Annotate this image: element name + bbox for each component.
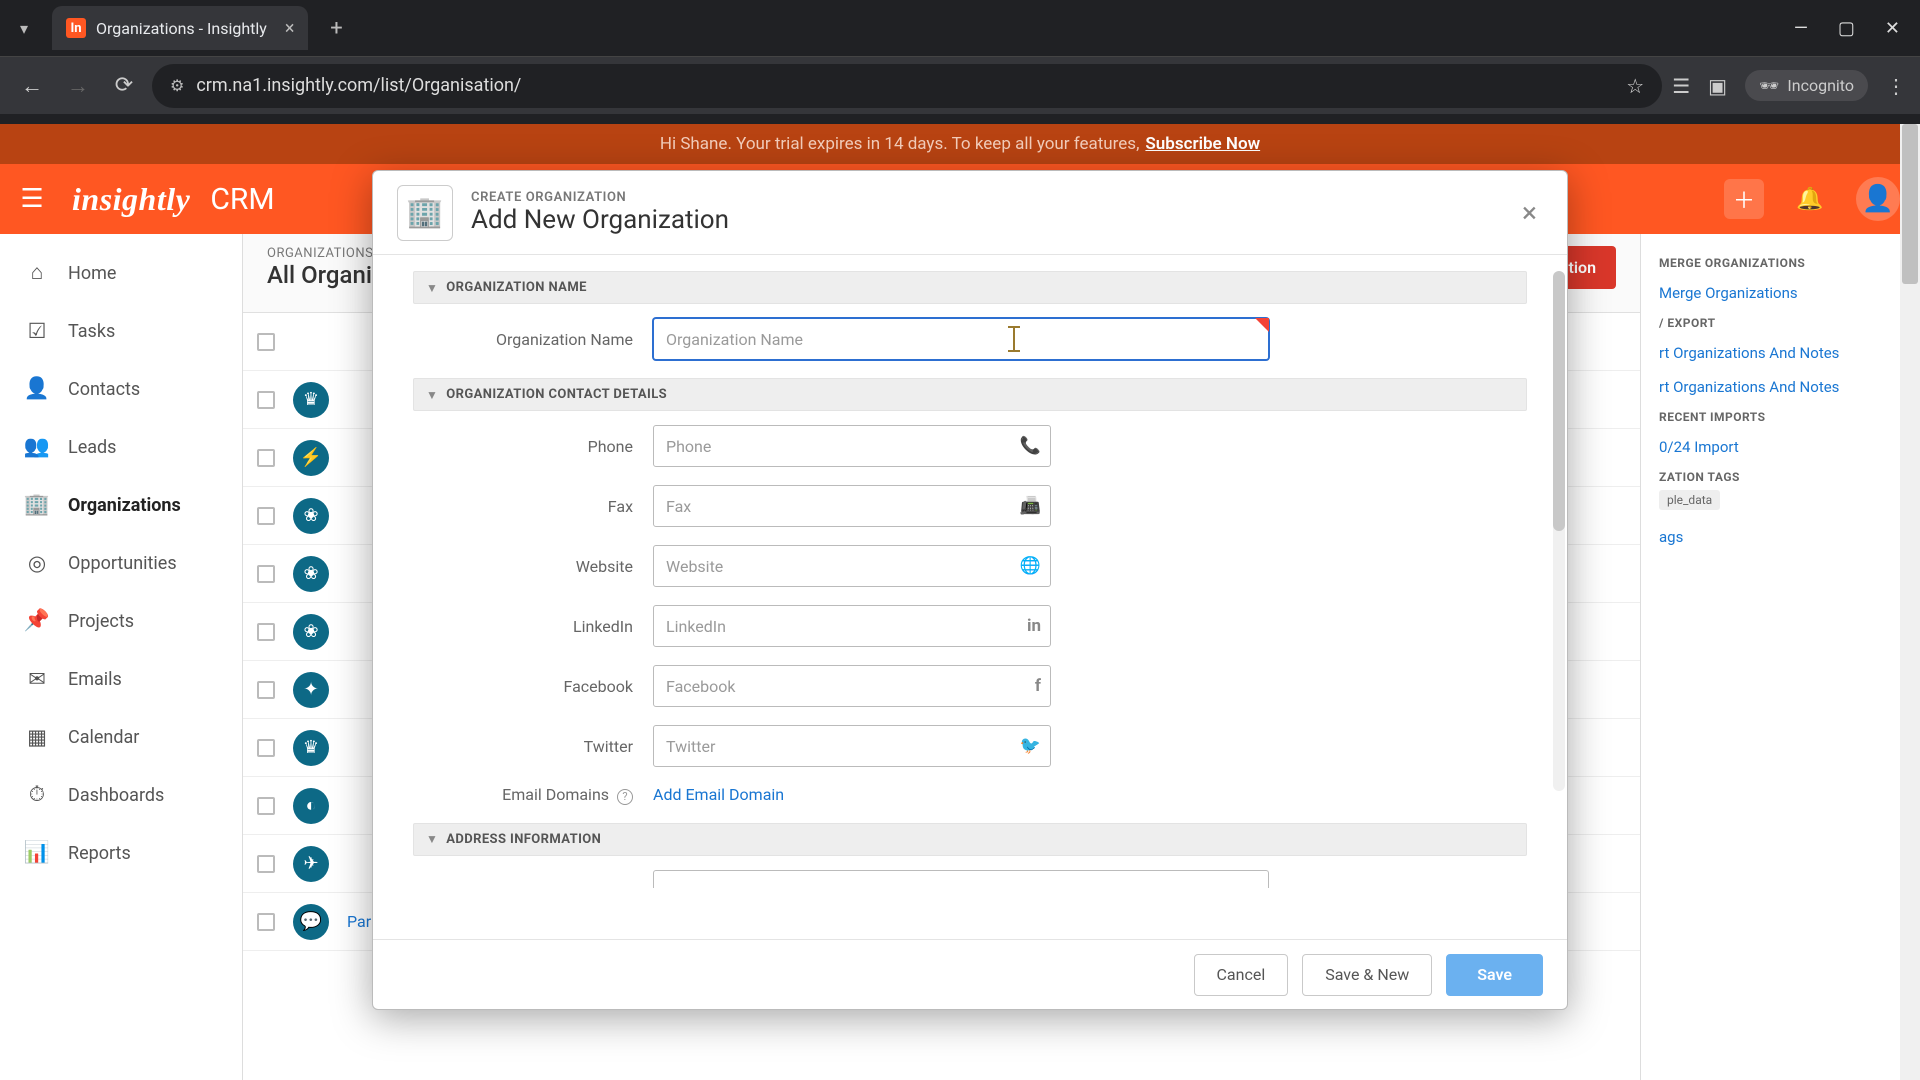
website-input[interactable] [653,545,1051,587]
bookmark-icon[interactable]: ☆ [1626,74,1644,98]
field-label: Phone [413,437,653,456]
side-panel-icon[interactable]: ▣ [1708,74,1727,98]
field-billing: x [413,870,1527,889]
linkedin-icon: in [1027,616,1041,636]
address-bar[interactable]: ⚙ crm.na1.insightly.com/list/Organisatio… [152,64,1662,108]
section-org-name[interactable]: ▼ ORGANIZATION NAME [413,271,1527,304]
facebook-input[interactable] [653,665,1051,707]
chevron-down-icon: ▼ [426,832,438,846]
fax-icon: 📠 [1020,496,1041,516]
tabs-dropdown[interactable]: ▾ [6,10,42,46]
field-fax: Fax 📠 [413,485,1527,527]
section-contact[interactable]: ▼ ORGANIZATION CONTACT DETAILS [413,378,1527,411]
twitter-input[interactable] [653,725,1051,767]
incognito-icon: 🕶 [1759,76,1779,95]
close-window-icon[interactable]: ✕ [1885,18,1900,39]
field-linkedin: LinkedIn in [413,605,1527,647]
create-organization-modal: 🏢 CREATE ORGANIZATION Add New Organizati… [372,170,1568,1010]
building-icon: 🏢 [397,185,453,241]
org-name-input[interactable] [653,318,1269,360]
incognito-label: Incognito [1787,76,1854,95]
browser-toolbar: ← → ⟳ ⚙ crm.na1.insightly.com/list/Organ… [0,56,1920,114]
modal-body: ▼ ORGANIZATION NAME Organization Name ▼ OR… [373,255,1567,939]
field-label: Email Domains ? [413,785,653,805]
close-icon[interactable]: × [1516,190,1543,235]
incognito-badge[interactable]: 🕶 Incognito [1745,70,1868,101]
chevron-down-icon: ▼ [426,388,438,402]
field-label: Fax [413,497,653,516]
browser-titlebar: ▾ In Organizations - Insightly × + ― ▢ ✕ [0,0,1920,56]
modal-footer: Cancel Save & New Save [373,939,1567,1009]
field-email-domains: Email Domains ? Add Email Domain [413,785,1527,805]
billing-input-cut[interactable] [653,870,1269,888]
tab-favicon: In [66,18,86,38]
field-twitter: Twitter 🐦 [413,725,1527,767]
modal-subtitle: CREATE ORGANIZATION [471,190,729,205]
field-label: Website [413,557,653,576]
globe-icon: 🌐 [1020,556,1041,576]
field-label: Twitter [413,737,653,756]
required-indicator [1255,318,1269,332]
help-icon[interactable]: ? [617,789,633,805]
page: Hi Shane. Your trial expires in 14 days.… [0,124,1920,1080]
browser-tab[interactable]: In Organizations - Insightly × [52,6,308,50]
org-name-input-wrap [653,318,1269,360]
minimize-icon[interactable]: ― [1794,18,1808,39]
forward-button: → [60,68,96,104]
facebook-icon: f [1035,676,1041,696]
text-cursor-icon [1013,326,1015,352]
twitter-icon: 🐦 [1020,736,1041,756]
field-org-name: Organization Name [413,318,1527,360]
tab-title: Organizations - Insightly [96,19,267,38]
section-address[interactable]: ▼ ADDRESS INFORMATION [413,823,1527,856]
chevron-down-icon: ▼ [426,281,438,295]
field-phone: Phone 📞 [413,425,1527,467]
modal-scrollbar[interactable] [1553,271,1565,791]
site-settings-icon[interactable]: ⚙ [170,76,184,95]
window-controls: ― ▢ ✕ [1794,18,1920,39]
cancel-button[interactable]: Cancel [1194,954,1289,996]
section-label: ADDRESS INFORMATION [446,832,601,847]
add-email-domain-link[interactable]: Add Email Domain [653,785,784,804]
browser-chrome: ▾ In Organizations - Insightly × + ― ▢ ✕… [0,0,1920,124]
toolbar-right: ☰ ▣ 🕶 Incognito ⋮ [1672,70,1906,101]
linkedin-input[interactable] [653,605,1051,647]
field-facebook: Facebook f [413,665,1527,707]
phone-icon: 📞 [1020,436,1041,456]
field-label: Organization Name [413,330,653,349]
phone-input[interactable] [653,425,1051,467]
field-label: LinkedIn [413,617,653,636]
browser-menu-icon[interactable]: ⋮ [1886,74,1906,98]
new-tab-button[interactable]: + [318,10,354,46]
reading-list-icon[interactable]: ☰ [1672,74,1690,98]
field-website: Website 🌐 [413,545,1527,587]
tab-close-icon[interactable]: × [285,18,295,39]
reload-button[interactable]: ⟳ [106,68,142,104]
modal-header: 🏢 CREATE ORGANIZATION Add New Organizati… [373,171,1567,255]
back-button[interactable]: ← [14,68,50,104]
section-label: ORGANIZATION CONTACT DETAILS [446,387,667,402]
maximize-icon[interactable]: ▢ [1838,18,1855,39]
fax-input[interactable] [653,485,1051,527]
modal-title: Add New Organization [471,205,729,235]
save-button[interactable]: Save [1446,954,1543,996]
url-text: crm.na1.insightly.com/list/Organisation/ [196,75,521,96]
section-label: ORGANIZATION NAME [446,280,587,295]
field-label: Facebook [413,677,653,696]
save-and-new-button[interactable]: Save & New [1302,954,1432,996]
